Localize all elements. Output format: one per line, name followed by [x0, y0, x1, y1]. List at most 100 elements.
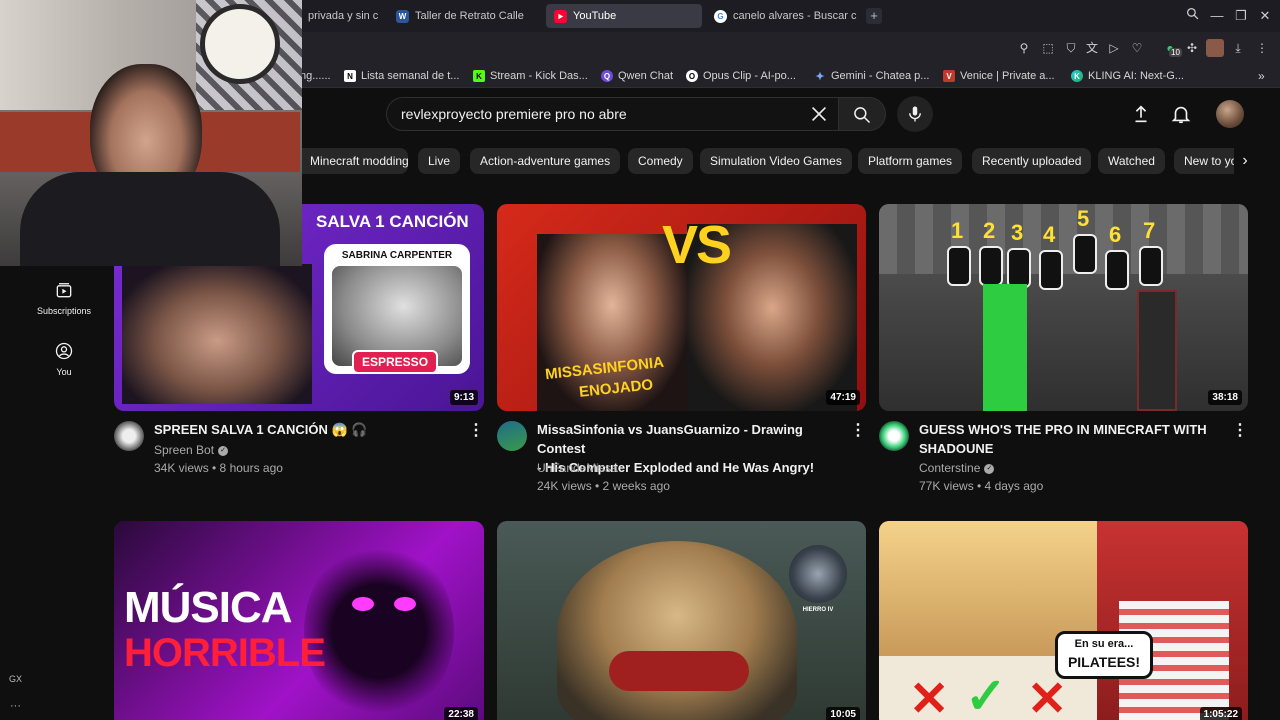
tab-google-search[interactable]: G canelo alvares - Buscar c [706, 4, 862, 28]
thumbnail-number: 7 [1143, 218, 1156, 243]
search-button[interactable] [838, 97, 886, 131]
thumbnail-text: ESPRESSO [352, 350, 439, 374]
search-icon [854, 107, 871, 124]
heart-icon[interactable]: ♡ [1129, 40, 1145, 56]
thumbnail-image [1137, 290, 1177, 411]
channel-avatar[interactable] [879, 421, 909, 451]
thumbnail-text: VS [662, 215, 732, 275]
clear-search-icon[interactable] [808, 103, 830, 125]
chip-live[interactable]: Live [418, 148, 461, 174]
youtube-icon [554, 9, 567, 23]
translate-icon[interactable]: 文 [1084, 40, 1100, 56]
restore-icon[interactable]: ❐ [1232, 7, 1250, 25]
chip-comedy[interactable]: Comedy [628, 148, 693, 174]
mystery-player-icon [947, 246, 971, 286]
mystery-player-icon [979, 246, 1003, 286]
channel-name[interactable]: Spreen Bot ✓ [154, 441, 229, 459]
video-thumbnail[interactable]: MÚSICA HORRIBLE 22:38 [114, 521, 484, 720]
sidebar-item-you[interactable]: You [24, 341, 104, 377]
close-window-icon[interactable]: ✕ [1256, 7, 1274, 25]
chip-minecraft-modding[interactable]: Minecraft modding [300, 148, 409, 174]
search-box [386, 97, 838, 131]
video-duration: 47:19 [826, 390, 860, 405]
kling-icon: K [1071, 70, 1083, 82]
profile-icon[interactable] [1206, 39, 1224, 57]
verified-icon: ✓ [218, 445, 229, 456]
bookmark-gemini[interactable]: ✦ Gemini - Chatea p... [814, 68, 929, 84]
upload-icon[interactable] [1130, 103, 1152, 125]
channel-avatar[interactable] [114, 421, 144, 451]
send-icon[interactable]: ▷ [1106, 40, 1122, 56]
bookmark-lista-semanal[interactable]: N Lista semanal de t... [344, 68, 459, 84]
menu-icon[interactable]: ⋮ [1254, 40, 1270, 56]
bookmarks-overflow-icon[interactable]: » [1258, 68, 1265, 84]
opus-icon: O [686, 70, 698, 82]
chip-new-to-you[interactable]: New to yo [1174, 148, 1234, 174]
mystery-player-icon [1139, 246, 1163, 286]
video-duration: 38:18 [1208, 390, 1242, 405]
thumbnail-number: 1 [951, 218, 964, 243]
thumbnail-text: SABRINA CARPENTER [341, 250, 453, 261]
video-duration: 22:38 [444, 707, 478, 720]
new-tab-button[interactable]: + [866, 8, 882, 24]
bookmark-qwen[interactable]: Q Qwen Chat [601, 68, 673, 84]
gemini-icon: ✦ [815, 70, 825, 83]
chip-platform-games[interactable]: Platform games [858, 148, 963, 174]
chevron-right-icon[interactable]: › [1232, 148, 1258, 174]
notifications-icon[interactable] [1170, 103, 1192, 125]
video-menu-icon[interactable]: ⋮ [850, 421, 866, 441]
tab-label: Taller de Retrato Calle [415, 10, 524, 22]
download-icon[interactable]: ⤓ [1230, 40, 1246, 56]
video-thumbnail[interactable]: VS MISSASINFONIA ENOJADO 47:19 [497, 204, 866, 411]
browser-search-icon[interactable] [1183, 7, 1201, 25]
video-thumbnail[interactable]: ✕ ✓ ✕ En su era... PILATEES! 1:05:22 [879, 521, 1248, 720]
tab-taller-retrato[interactable]: W Taller de Retrato Calle [388, 4, 538, 28]
extension-badge: 10 [1169, 48, 1182, 57]
puzzle-icon[interactable]: ✣ [1184, 40, 1200, 56]
chip-recently-uploaded[interactable]: Recently uploaded [972, 148, 1092, 174]
account-avatar[interactable] [1216, 100, 1244, 128]
chip-watched[interactable]: Watched [1098, 148, 1165, 174]
bookmark-item[interactable]: ng...... [300, 68, 331, 84]
check-mark-icon: ✓ [965, 668, 1007, 720]
bookmark-kling[interactable]: K KLING AI: Next-G... [1071, 68, 1184, 84]
tab-private[interactable]: privada y sin c [300, 4, 378, 28]
minimize-icon[interactable]: — [1208, 7, 1226, 25]
thumbnail-image [352, 597, 374, 611]
venice-icon: V [943, 70, 955, 82]
channel-avatar[interactable] [497, 421, 527, 451]
thumbnail-text: HORRIBLE [124, 631, 326, 675]
tab-youtube[interactable]: YouTube [546, 4, 702, 28]
video-title[interactable]: GUESS WHO'S THE PRO IN MINECRAFT WITH SH… [919, 420, 1231, 458]
video-title[interactable]: SPREEN SALVA 1 CANCIÓN 😱 🎧 [154, 420, 464, 439]
channel-name[interactable]: UnFandeMissa [537, 459, 618, 477]
you-icon [55, 342, 73, 360]
bookmark-kick[interactable]: K Stream - Kick Das... [473, 68, 588, 84]
video-thumbnail[interactable]: HIERRO IV 10:05 [497, 521, 866, 720]
chip-action-adventure[interactable]: Action-adventure games [470, 148, 621, 174]
video-thumbnail[interactable]: 1234567 38:18 [879, 204, 1248, 411]
bookmark-venice[interactable]: V Venice | Private a... [943, 68, 1055, 84]
tab-label: YouTube [573, 10, 617, 22]
sidebar-item-subscriptions[interactable]: Subscriptions [24, 280, 104, 316]
thumbnail-number: 3 [1011, 220, 1024, 245]
video-menu-icon[interactable]: ⋮ [1232, 421, 1248, 441]
channel-name[interactable]: Conterstine ✓ [919, 459, 995, 477]
shield-icon[interactable]: ⛉ [1063, 40, 1079, 56]
gx-label: GX [9, 674, 23, 684]
chip-simulation[interactable]: Simulation Video Games [700, 148, 852, 174]
speech-bubble: En su era... PILATEES! [1055, 631, 1153, 679]
thumbnail-number: 2 [983, 218, 996, 243]
video-meta: 77K views • 4 days ago [919, 479, 1044, 493]
video-meta: 34K views • 8 hours ago [154, 461, 283, 475]
voice-search-button[interactable] [897, 96, 933, 132]
pin-icon[interactable]: ⚲ [1016, 40, 1032, 56]
more-icon[interactable]: ··· [10, 700, 21, 712]
bookmark-opus-clip[interactable]: O Opus Clip - AI-po... [686, 68, 796, 84]
snapshot-icon[interactable]: ⬚ [1040, 40, 1056, 56]
thumbnail-number: 4 [1043, 222, 1056, 247]
kick-icon: K [473, 70, 485, 82]
thumbnail-image [879, 204, 1248, 274]
search-input[interactable] [401, 98, 801, 130]
video-menu-icon[interactable]: ⋮ [468, 421, 484, 441]
